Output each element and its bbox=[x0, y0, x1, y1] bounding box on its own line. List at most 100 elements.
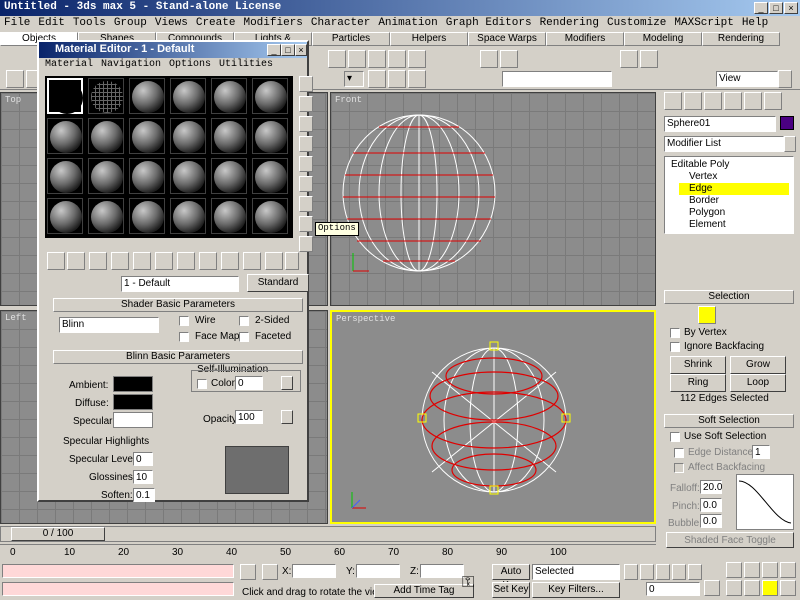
undo-icon[interactable] bbox=[6, 70, 24, 88]
menu-item-customize[interactable]: Customize bbox=[603, 16, 670, 30]
object-name-field[interactable]: Sphere01 bbox=[664, 116, 776, 132]
tab-particles[interactable]: Particles bbox=[312, 32, 390, 46]
utilities-tab-icon[interactable] bbox=[764, 92, 782, 110]
edge-distance-field[interactable]: 1 bbox=[752, 445, 770, 459]
lock-selection-icon[interactable] bbox=[240, 564, 256, 580]
me-menu-options[interactable]: Options bbox=[165, 59, 215, 70]
sample-slot[interactable] bbox=[170, 78, 206, 114]
opacity-field[interactable]: 100 bbox=[235, 410, 263, 424]
sample-type-icon[interactable] bbox=[299, 76, 313, 92]
me-menu-utilities[interactable]: Utilities bbox=[215, 59, 277, 70]
modifier-stack-item[interactable]: Border bbox=[689, 195, 719, 207]
tab-space-warps[interactable]: Space Warps bbox=[468, 32, 546, 46]
by-vertex-checkbox[interactable] bbox=[670, 328, 680, 338]
field-of-view-icon[interactable] bbox=[726, 580, 742, 596]
polygon-mode-icon[interactable] bbox=[742, 306, 760, 324]
vertex-mode-icon[interactable] bbox=[676, 306, 694, 324]
make-unique-icon[interactable] bbox=[726, 260, 744, 278]
x-coord-field[interactable] bbox=[292, 564, 336, 578]
play-icon[interactable] bbox=[656, 564, 670, 580]
go-to-parent-icon[interactable] bbox=[265, 252, 283, 270]
backlight-icon[interactable] bbox=[299, 96, 313, 112]
zoom-all-icon[interactable] bbox=[744, 562, 760, 578]
me-menu-navigation[interactable]: Navigation bbox=[97, 59, 165, 70]
add-time-tag-button[interactable]: Add Time Tag bbox=[374, 584, 474, 598]
options-icon[interactable] bbox=[299, 196, 313, 212]
tab-rendering[interactable]: Rendering bbox=[702, 32, 780, 46]
pan-icon[interactable] bbox=[744, 580, 760, 596]
me-menu-material[interactable]: Material bbox=[41, 59, 97, 70]
menu-item-rendering[interactable]: Rendering bbox=[536, 16, 603, 30]
pinch-field[interactable]: 0.0 bbox=[700, 498, 722, 512]
faceted-checkbox[interactable] bbox=[239, 332, 249, 342]
select-by-material-icon[interactable] bbox=[299, 216, 313, 232]
get-material-icon[interactable] bbox=[47, 252, 65, 270]
specular-color-swatch[interactable] bbox=[113, 412, 153, 428]
go-to-end-icon[interactable] bbox=[688, 564, 702, 580]
sample-slot[interactable] bbox=[211, 78, 247, 114]
menu-item-help[interactable]: Help bbox=[738, 16, 772, 30]
menu-item-graph-editors[interactable]: Graph Editors bbox=[442, 16, 536, 30]
selection-rollout-title[interactable]: Selection bbox=[664, 290, 794, 304]
menu-item-group[interactable]: Group bbox=[110, 16, 151, 30]
chevron-down-icon[interactable] bbox=[778, 70, 792, 88]
shader-type-dropdown[interactable]: Blinn bbox=[59, 317, 159, 333]
pin-stack-icon[interactable] bbox=[670, 260, 688, 278]
shrink-button[interactable]: Shrink bbox=[670, 356, 726, 374]
go-to-start-icon[interactable] bbox=[624, 564, 638, 580]
menu-item-character[interactable]: Character bbox=[307, 16, 374, 30]
sample-uv-tiling-icon[interactable] bbox=[299, 136, 313, 152]
edge-mode-icon[interactable] bbox=[698, 306, 716, 324]
z-coord-field[interactable] bbox=[420, 564, 464, 578]
zoom-icon[interactable] bbox=[726, 562, 742, 578]
sample-slot[interactable] bbox=[47, 198, 83, 234]
falloff-field[interactable]: 20.0 bbox=[700, 480, 722, 494]
modifier-list-dropdown[interactable]: Modifier List bbox=[664, 136, 784, 152]
modifier-list-chevron-icon[interactable] bbox=[784, 136, 796, 152]
material-effects-channel-icon[interactable] bbox=[199, 252, 217, 270]
show-end-result-stack-icon[interactable] bbox=[698, 260, 716, 278]
tab-modeling[interactable]: Modeling bbox=[624, 32, 702, 46]
affect-backfacing-checkbox[interactable] bbox=[674, 463, 684, 473]
sample-slot[interactable] bbox=[129, 158, 165, 194]
sample-slot[interactable] bbox=[88, 198, 124, 234]
display-tab-icon[interactable] bbox=[744, 92, 762, 110]
glossiness-field[interactable]: 10 bbox=[133, 470, 153, 484]
put-to-library-icon[interactable] bbox=[177, 252, 195, 270]
sample-slot[interactable] bbox=[170, 158, 206, 194]
sample-slot[interactable] bbox=[252, 198, 288, 234]
select-object-icon[interactable] bbox=[328, 50, 346, 68]
reference-coord-dropdown[interactable]: View bbox=[716, 71, 778, 87]
rotate-icon[interactable] bbox=[388, 50, 406, 68]
sample-slot[interactable] bbox=[88, 118, 124, 154]
blinn-rollout-title[interactable]: Blinn Basic Parameters bbox=[53, 350, 303, 364]
copy-material-icon[interactable] bbox=[133, 252, 151, 270]
me-maximize-button[interactable]: □ bbox=[281, 44, 295, 56]
soften-field[interactable]: 0.1 bbox=[133, 488, 155, 502]
key-selection-dropdown[interactable]: Selected bbox=[532, 564, 620, 580]
element-mode-icon[interactable] bbox=[764, 306, 782, 324]
render-icon[interactable] bbox=[620, 50, 638, 68]
set-key-button[interactable]: Set Key bbox=[492, 582, 530, 598]
sample-slot[interactable] bbox=[252, 78, 288, 114]
border-mode-icon[interactable] bbox=[720, 306, 738, 324]
sample-slot[interactable] bbox=[129, 118, 165, 154]
reset-map-icon[interactable] bbox=[111, 252, 129, 270]
modifier-stack-item[interactable]: Element bbox=[689, 219, 726, 231]
show-end-result-icon[interactable] bbox=[243, 252, 261, 270]
time-slider-thumb[interactable]: 0 / 100 bbox=[11, 527, 105, 541]
go-forward-sibling-icon[interactable] bbox=[285, 252, 299, 270]
wire-checkbox[interactable] bbox=[179, 316, 189, 326]
rotate-transform-icon[interactable] bbox=[388, 70, 406, 88]
y-coord-field[interactable] bbox=[356, 564, 400, 578]
sample-slot[interactable] bbox=[47, 158, 83, 194]
grow-button[interactable]: Grow bbox=[730, 356, 786, 374]
sample-slot[interactable] bbox=[211, 158, 247, 194]
hierarchy-tab-icon[interactable] bbox=[704, 92, 722, 110]
time-slider-track[interactable]: 0 / 100 bbox=[0, 526, 656, 542]
close-button[interactable]: × bbox=[784, 2, 798, 14]
modify-tab-icon[interactable] bbox=[684, 92, 702, 110]
current-frame-field[interactable]: 0 bbox=[646, 582, 700, 596]
ignore-backfacing-checkbox[interactable] bbox=[670, 342, 680, 352]
pick-material-icon[interactable] bbox=[101, 276, 119, 294]
